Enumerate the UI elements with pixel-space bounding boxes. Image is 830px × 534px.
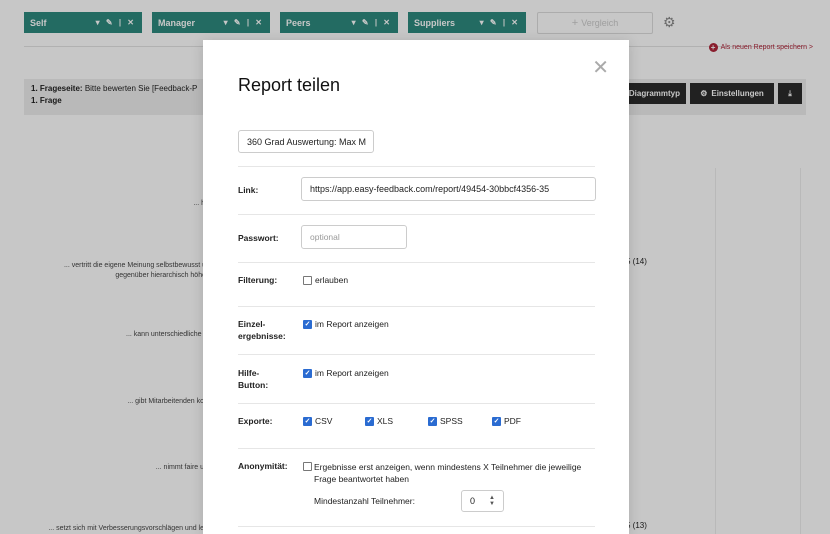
single-results-label: Einzel- ergebnisse: [238, 318, 286, 342]
share-report-dialog: ✕ Report teilen 360 Grad Auswertung: Max… [203, 40, 629, 534]
export-label: CSV [315, 416, 333, 426]
anonymity-label: Anonymität: [238, 461, 288, 471]
stepper-arrows-icon[interactable]: ▲ ▼ [489, 495, 495, 507]
export-xls-checkbox[interactable]: ✓ XLS [365, 416, 393, 426]
filter-option-label: erlauben [315, 275, 349, 285]
min-participants-stepper[interactable]: 0 ▲ ▼ [461, 490, 504, 512]
divider [238, 403, 595, 404]
dialog-title: Report teilen [238, 75, 341, 95]
password-field[interactable]: optional [301, 225, 407, 249]
report-name-input[interactable]: 360 Grad Auswertung: Max M [238, 130, 374, 153]
help-option-label: im Report anzeigen [315, 368, 389, 378]
export-csv-checkbox[interactable]: ✓ CSV [303, 416, 332, 426]
anonymity-text: Ergebnisse erst anzeigen, wenn mindesten… [314, 462, 582, 484]
export-label: XLS [377, 416, 394, 426]
export-label: PDF [504, 416, 521, 426]
checkmark-icon[interactable]: ✓ [492, 416, 501, 426]
divider [238, 526, 595, 527]
single-option-label: im Report anzeigen [315, 319, 389, 329]
anonymity-checkbox[interactable] [303, 462, 312, 471]
checkmark-icon[interactable]: ✓ [303, 319, 312, 329]
exports-label: Exporte: [238, 416, 273, 426]
close-icon[interactable]: ✕ [592, 58, 609, 78]
help-button-checkbox[interactable]: ✓ im Report anzeigen [303, 368, 389, 378]
divider [238, 448, 595, 449]
checkmark-icon[interactable]: ✓ [303, 368, 312, 378]
divider [238, 262, 595, 263]
checkmark-icon[interactable]: ✓ [303, 416, 312, 426]
checkmark-icon[interactable]: ✓ [365, 416, 374, 426]
help-label-line1: Hilfe- [238, 368, 260, 378]
export-pdf-checkbox[interactable]: ✓ PDF [492, 416, 521, 426]
stepper-value: 0 [470, 496, 476, 506]
single-results-checkbox[interactable]: ✓ im Report anzeigen [303, 319, 389, 329]
export-label: SPSS [440, 416, 463, 426]
divider [238, 354, 595, 355]
divider [238, 214, 595, 215]
min-participants-label: Mindestanzahl Teilnehmer: [314, 496, 415, 506]
checkbox-unchecked[interactable] [303, 275, 312, 285]
link-field[interactable]: https://app.easy-feedback.com/report/494… [301, 177, 596, 201]
export-spss-checkbox[interactable]: ✓ SPSS [428, 416, 463, 426]
help-label-line2: Button: [238, 380, 269, 390]
single-label-line2: ergebnisse: [238, 331, 286, 341]
filter-label: Filterung: [238, 275, 278, 285]
single-label-line1: Einzel- [238, 319, 266, 329]
divider [238, 306, 595, 307]
link-label: Link: [238, 185, 259, 195]
filter-checkbox[interactable]: erlauben [303, 275, 348, 285]
password-label: Passwort: [238, 233, 279, 243]
divider [238, 166, 595, 167]
checkmark-icon[interactable]: ✓ [428, 416, 437, 426]
help-button-label: Hilfe- Button: [238, 367, 268, 391]
